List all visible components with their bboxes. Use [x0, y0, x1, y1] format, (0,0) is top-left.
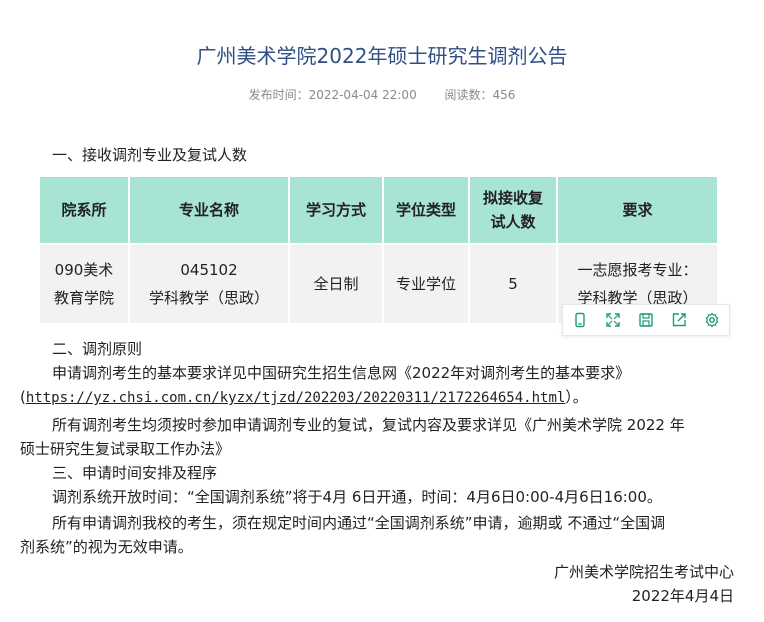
header-quota-line2: 试人数	[490, 213, 536, 231]
paragraph-retest-line1: 所有调剂考生均须按时参加申请调剂专业的复试，复试内容及要求详见《广州美术学院 2…	[52, 416, 685, 434]
save-icon[interactable]	[636, 310, 656, 330]
paragraph-apply-line2: 剂系统”的视为无效申请。	[20, 538, 193, 556]
cell-degree-type: 专业学位	[384, 245, 468, 323]
share-icon[interactable]	[669, 310, 689, 330]
cell-quota: 5	[470, 245, 556, 323]
signature-org: 广州美术学院招生考试中心	[553, 563, 734, 581]
section-heading-1: 一、接收调剂专业及复试人数	[52, 146, 248, 164]
adjustment-table: 院系所 专业名称 学习方式 学位类型 拟接收复 试人数 要求 090美术 教育学…	[38, 175, 719, 325]
mobile-icon[interactable]	[570, 310, 590, 330]
paragraph-apply-line1: 所有申请调剂我校的考生，须在规定时间内通过“全国调剂系统”申请，逾期或 不通过“…	[52, 514, 666, 532]
header-requirement: 要求	[558, 177, 717, 243]
cell-dept: 090美术 教育学院	[40, 245, 128, 323]
article-meta: 发布时间：2022-04-04 22:00 阅读数：456	[0, 86, 764, 103]
signature-date: 2022年4月4日	[631, 587, 734, 605]
header-quota-line1: 拟接收复	[482, 189, 543, 207]
header-quota: 拟接收复 试人数	[470, 177, 556, 243]
settings-icon[interactable]	[702, 310, 722, 330]
article-title: 广州美术学院2022年硕士研究生调剂公告	[196, 44, 568, 68]
paragraph-open-time: 调剂系统开放时间：“全国调剂系统”将于4月 6日开通，时间：4月6日0:00-4…	[52, 488, 662, 506]
section-heading-2: 二、调剂原则	[52, 340, 143, 358]
section-heading-3: 三、申请时间安排及程序	[52, 464, 218, 482]
publish-time: 发布时间：2022-04-04 22:00	[248, 88, 417, 102]
header-dept: 院系所	[40, 177, 128, 243]
fullscreen-icon[interactable]	[603, 310, 623, 330]
floating-toolbar	[562, 304, 730, 336]
paragraph-requirements: 申请调剂考生的基本要求详见中国研究生招生信息网《2022年对调剂考生的基本要求》	[52, 364, 631, 382]
header-major: 专业名称	[130, 177, 288, 243]
header-study-mode: 学习方式	[290, 177, 382, 243]
table-header-row: 院系所 专业名称 学习方式 学位类型 拟接收复 试人数 要求	[40, 177, 717, 243]
cell-major: 045102 学科教学（思政）	[130, 245, 288, 323]
chsi-link[interactable]: https://yz.chsi.com.cn/kyzx/tjzd/202203/…	[26, 390, 565, 406]
view-count: 阅读数：456	[444, 88, 516, 102]
header-degree-type: 学位类型	[384, 177, 468, 243]
paragraph-link-line: (https://yz.chsi.com.cn/kyzx/tjzd/202203…	[20, 388, 588, 406]
paragraph-retest-line2: 硕士研究生复试录取工作办法》	[20, 440, 231, 458]
cell-study-mode: 全日制	[290, 245, 382, 323]
